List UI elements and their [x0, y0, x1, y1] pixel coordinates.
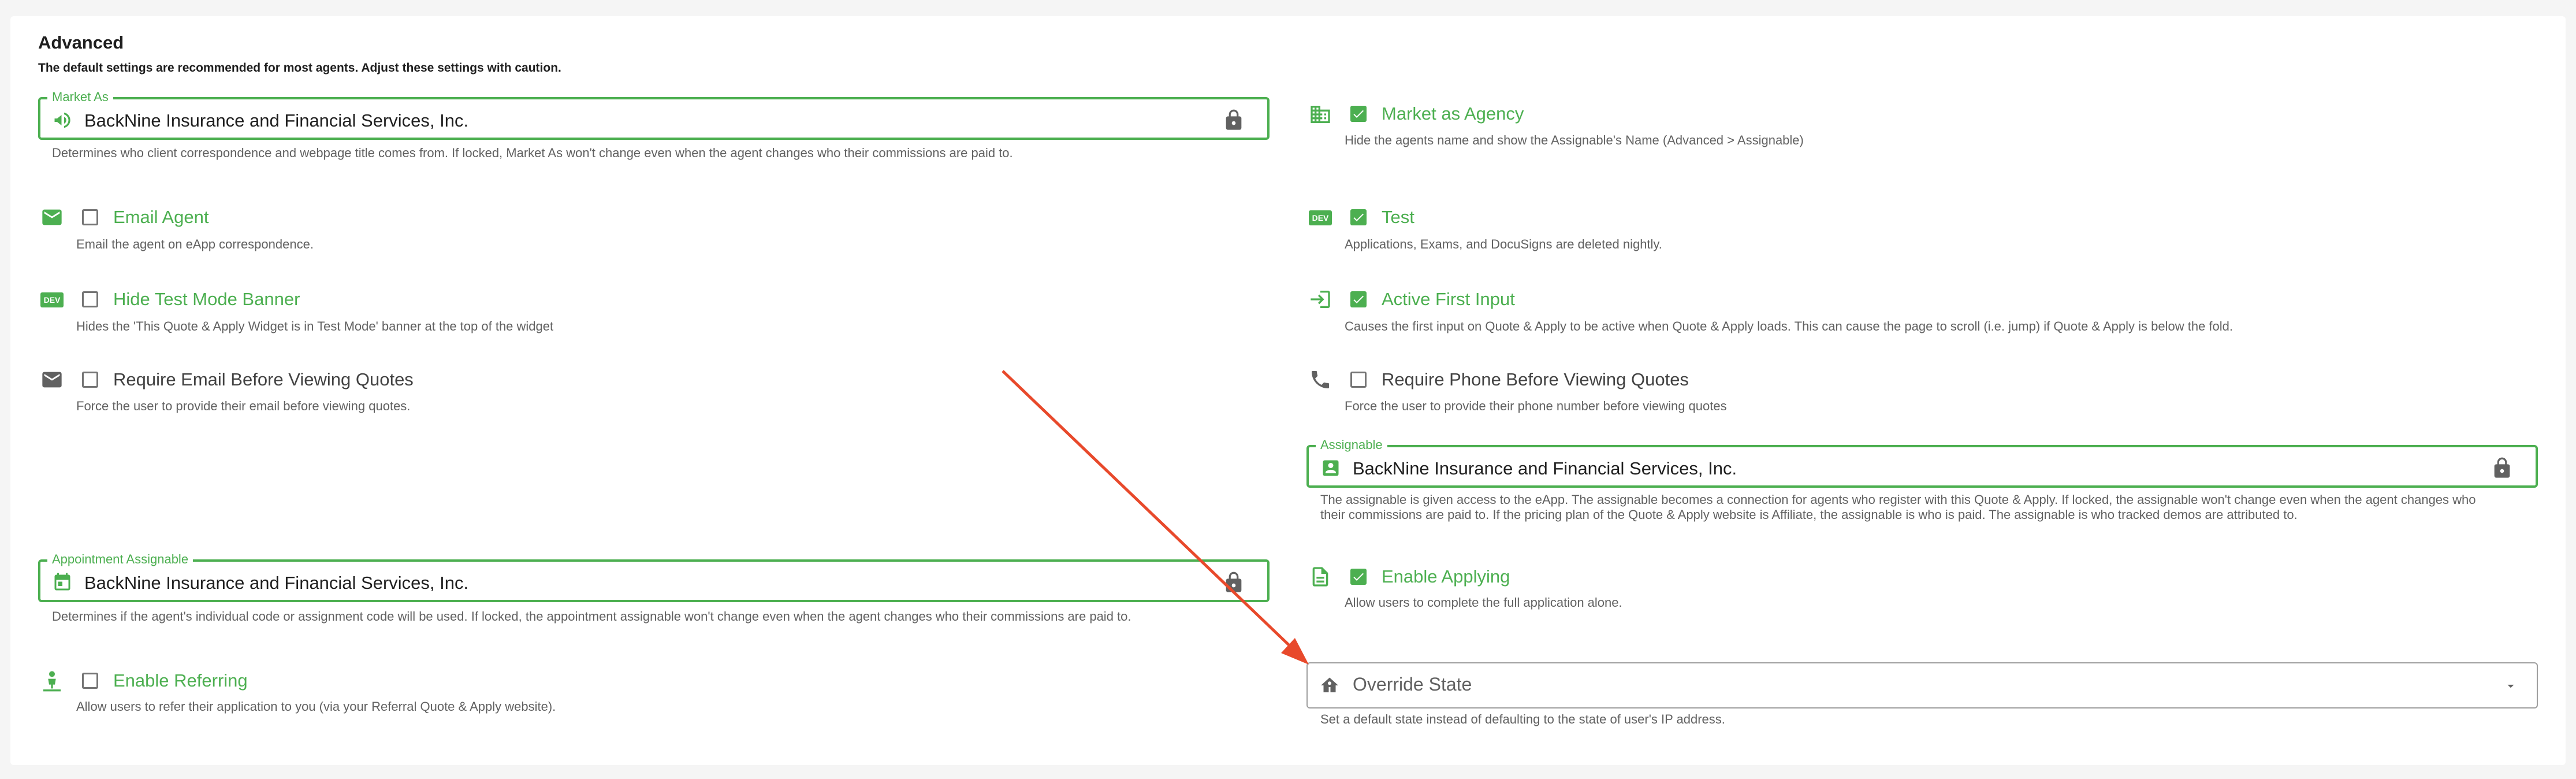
require-phone-description: Force the user to provide their phone nu… [1345, 399, 1727, 413]
test-description: Applications, Exams, and DocuSigns are d… [1345, 237, 1662, 251]
lock-icon[interactable] [2491, 457, 2514, 480]
require-phone-checkbox[interactable] [1350, 372, 1367, 388]
assignable-value: BackNine Insurance and Financial Service… [1353, 458, 1737, 478]
section-title: Advanced [38, 32, 124, 53]
override-state-placeholder: Override State [1353, 674, 1472, 695]
hide-test-mode-banner-description: Hides the 'This Quote & Apply Widget is … [76, 319, 554, 333]
market-as-value: BackNine Insurance and Financial Service… [84, 110, 469, 131]
assignable-label: Assignable [1316, 437, 1387, 453]
lock-icon[interactable] [1222, 571, 1245, 594]
calendar-icon [54, 573, 70, 591]
test-label[interactable]: Test [1382, 207, 1414, 228]
enable-referring-label[interactable]: Enable Referring [113, 670, 248, 691]
email-icon [42, 209, 62, 225]
test-checkbox[interactable] [1350, 209, 1367, 225]
hide-test-mode-banner-checkbox[interactable] [82, 291, 98, 307]
lock-icon[interactable] [1222, 109, 1245, 132]
assignable-hint: The assignable is given access to the eA… [1320, 492, 2476, 522]
enable-referring-description: Allow users to refer their application t… [76, 699, 556, 714]
email-agent-checkbox[interactable] [82, 209, 98, 225]
market-as-agency-label[interactable]: Market as Agency [1382, 103, 1524, 124]
enable-referring-checkbox[interactable] [82, 673, 98, 689]
enable-applying-label[interactable]: Enable Applying [1382, 566, 1510, 587]
assignable-field[interactable]: Assignable BackNine Insurance and Financ… [1306, 437, 2538, 488]
enable-applying-checkbox[interactable] [1350, 569, 1367, 585]
market-as-label: Market As [47, 89, 113, 105]
email-agent-label[interactable]: Email Agent [113, 207, 209, 228]
login-icon [1311, 291, 1330, 308]
section-subtitle: The default settings are recommended for… [38, 61, 561, 75]
active-first-input-checkbox[interactable] [1350, 291, 1367, 307]
require-email-checkbox[interactable] [82, 372, 98, 388]
market-as-agency-checkbox[interactable] [1350, 106, 1367, 122]
require-email-label[interactable]: Require Email Before Viewing Quotes [113, 369, 414, 390]
enable-applying-description: Allow users to complete the full applica… [1345, 595, 1622, 610]
appointment-assignable-field[interactable]: Appointment Assignable BackNine Insuranc… [38, 551, 1270, 602]
document-icon [1312, 567, 1328, 587]
active-first-input-description: Causes the first input on Quote & Apply … [1345, 319, 2233, 333]
require-phone-label[interactable]: Require Phone Before Viewing Quotes [1382, 369, 1689, 390]
chevron-down-icon[interactable] [2503, 678, 2518, 693]
market-as-field[interactable]: Market As BackNine Insurance and Financi… [38, 89, 1270, 140]
hide-test-mode-banner-label[interactable]: Hide Test Mode Banner [113, 289, 300, 310]
appointment-assignable-hint: Determines if the agent's individual cod… [52, 609, 1131, 624]
home-map-icon [1321, 677, 1338, 692]
appointment-assignable-value: BackNine Insurance and Financial Service… [84, 573, 469, 593]
dev-icon: DEV [40, 292, 64, 307]
market-as-hint: Determines who client correspondence and… [52, 146, 1013, 160]
dev-icon: DEV [1309, 210, 1332, 225]
market-as-agency-description: Hide the agents name and show the Assign… [1345, 133, 1804, 147]
override-state-hint: Set a default state instead of defaultin… [1320, 712, 1725, 726]
email-icon [42, 372, 62, 388]
account-box-icon [1323, 460, 1339, 476]
require-email-description: Force the user to provide their email be… [76, 399, 411, 413]
phone-icon [1312, 371, 1329, 388]
person-icon [43, 671, 61, 692]
domain-icon [1311, 106, 1330, 123]
appointment-assignable-label: Appointment Assignable [47, 551, 193, 567]
override-state-select[interactable]: Override State [1306, 662, 2538, 708]
active-first-input-label[interactable]: Active First Input [1382, 289, 1515, 310]
email-agent-description: Email the agent on eApp correspondence. [76, 237, 314, 251]
megaphone-icon [54, 112, 70, 128]
